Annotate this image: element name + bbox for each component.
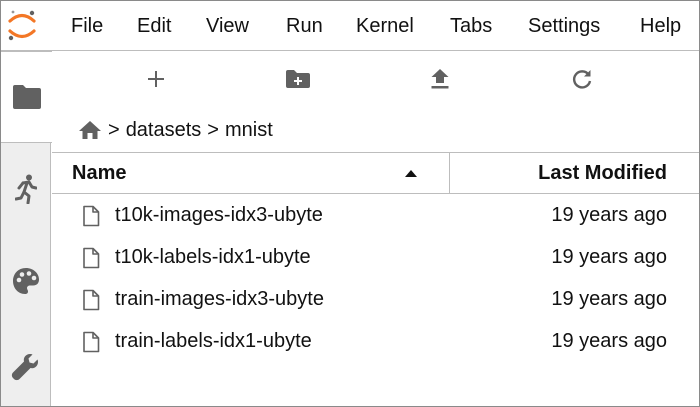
folder-icon [12,85,41,109]
sort-ascending-icon [405,170,417,177]
file-modified: 19 years ago [551,204,667,226]
file-row[interactable]: t10k-labels-idx1-ubyte 19 years ago [52,237,699,279]
file-name: t10k-labels-idx1-ubyte [115,246,311,268]
menu-help[interactable]: Help [640,14,681,38]
file-modified: 19 years ago [551,246,667,268]
menu-settings[interactable]: Settings [528,14,600,38]
file-icon [83,205,100,227]
breadcrumb-mnist[interactable]: mnist [225,119,273,142]
file-browser-panel: > datasets > mnist Name Last Modified t1… [52,51,699,406]
refresh-button[interactable] [562,65,602,93]
jupyter-logo-icon [8,10,36,41]
file-row[interactable]: t10k-images-idx3-ubyte 19 years ago [52,195,699,237]
wrench-icon [11,353,38,380]
breadcrumb: > datasets > mnist [78,117,273,143]
column-header-last-modified[interactable]: Last Modified [451,153,699,193]
new-launcher-button[interactable] [136,65,176,93]
column-header-name-label: Name [72,162,127,184]
menu-tabs[interactable]: Tabs [450,14,492,38]
file-list-header: Name Last Modified [52,152,699,194]
left-sidebar [1,51,52,406]
sidebar-tab-commands[interactable] [1,235,51,327]
file-modified: 19 years ago [551,288,667,310]
menu-view[interactable]: View [206,14,249,38]
file-list: t10k-images-idx3-ubyte 19 years ago t10k… [52,195,699,363]
menu-bar: File Edit View Run Kernel Tabs Settings … [1,1,699,51]
refresh-icon [572,70,592,89]
new-folder-button[interactable] [278,65,318,93]
upload-icon [431,69,449,89]
file-icon [83,247,100,269]
breadcrumb-datasets[interactable]: datasets [126,119,202,142]
file-modified: 19 years ago [551,330,667,352]
menu-kernel[interactable]: Kernel [356,14,414,38]
menu-file[interactable]: File [71,14,103,38]
sidebar-tab-file-browser[interactable] [1,51,52,143]
plus-icon [148,71,164,87]
new-folder-icon [286,70,310,88]
column-header-name[interactable]: Name [52,153,450,193]
breadcrumb-separator: > [207,118,219,141]
file-row[interactable]: train-labels-idx1-ubyte 19 years ago [52,321,699,363]
menu-run[interactable]: Run [286,14,323,38]
file-icon [83,331,100,353]
jupyterlab-window: File Edit View Run Kernel Tabs Settings … [0,0,700,407]
column-header-last-modified-label: Last Modified [538,162,667,184]
file-icon [83,289,100,311]
upload-button[interactable] [420,65,460,93]
breadcrumb-separator: > [108,118,120,141]
file-name: t10k-images-idx3-ubyte [115,204,323,226]
home-icon[interactable] [78,120,102,140]
file-row[interactable]: train-images-idx3-ubyte 19 years ago [52,279,699,321]
sidebar-tab-running[interactable] [1,143,51,235]
running-icon [15,174,37,204]
palette-icon [13,268,39,294]
menu-edit[interactable]: Edit [137,14,171,38]
file-name: train-images-idx3-ubyte [115,288,324,310]
sidebar-tab-tools[interactable] [1,327,51,406]
file-name: train-labels-idx1-ubyte [115,330,312,352]
